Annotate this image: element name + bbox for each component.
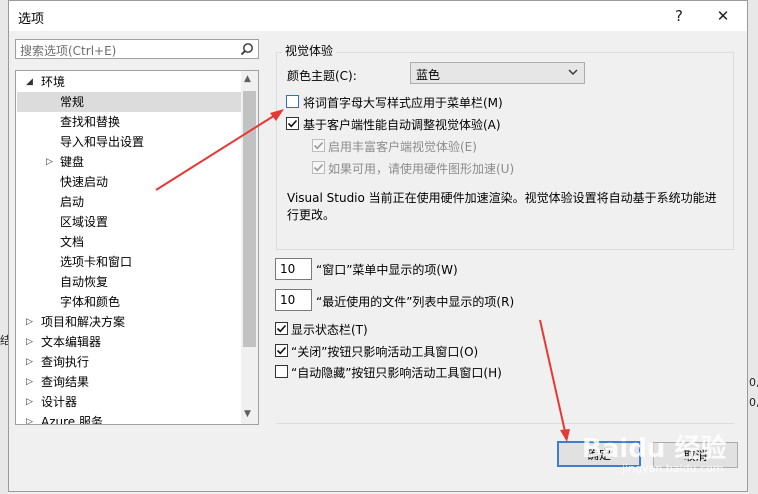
annotation-arrow-2: [539, 319, 567, 437]
watermark-sub: jingyan.baidu.com: [622, 462, 724, 475]
annotation-arrow-1-head: [270, 109, 284, 121]
annotation-arrows: [155, 109, 570, 442]
annotation-arrow-2-head: [560, 429, 570, 442]
annotation-arrow-1: [155, 111, 281, 191]
watermark-logo: Baidu 经验: [582, 434, 727, 464]
